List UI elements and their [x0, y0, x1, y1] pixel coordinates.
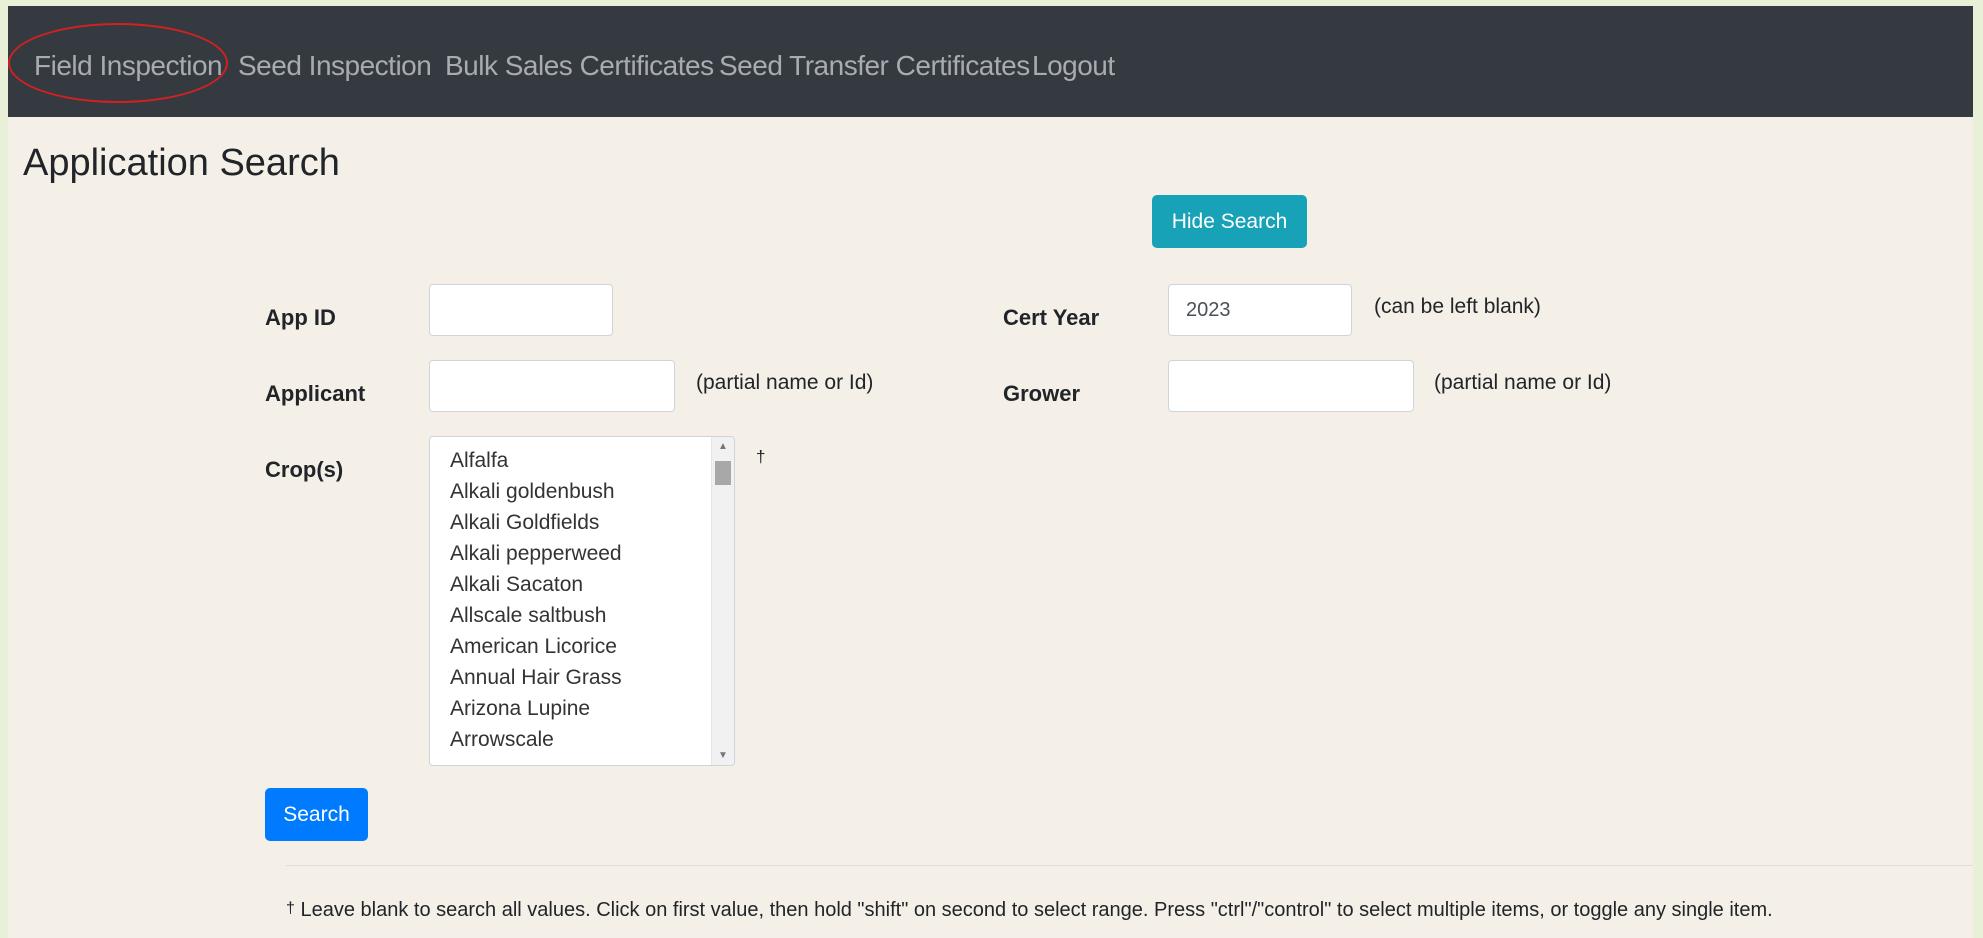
nav-seed-inspection[interactable]: Seed Inspection — [238, 50, 432, 82]
grower-hint: (partial name or Id) — [1434, 371, 1612, 394]
cert-year-label: Cert Year — [1003, 305, 1100, 330]
applicant-hint: (partial name or Id) — [696, 371, 874, 394]
nav-bulk-sales-certificates[interactable]: Bulk Sales Certificates — [445, 50, 714, 82]
page-title: Application Search — [23, 142, 340, 184]
scroll-up-icon[interactable]: ▲ — [712, 441, 734, 452]
applicant-label: Applicant — [265, 381, 366, 406]
crop-option[interactable]: Annual Hair Grass — [450, 662, 734, 693]
app-id-label: App ID — [265, 305, 336, 330]
crops-scrollbar[interactable]: ▲ ▼ — [711, 437, 734, 765]
crop-option[interactable]: Alkali pepperweed — [450, 538, 734, 569]
crop-option[interactable]: Alkali goldenbush — [450, 476, 734, 507]
crops-listbox[interactable]: Alfalfa Alkali goldenbush Alkali Goldfie… — [429, 436, 735, 766]
app-id-input[interactable] — [429, 284, 613, 336]
scroll-thumb[interactable] — [715, 461, 731, 485]
crop-option[interactable]: Alkali Goldfields — [450, 507, 734, 538]
cert-year-hint: (can be left blank) — [1374, 295, 1541, 318]
crop-option[interactable]: Arizona Lupine — [450, 693, 734, 724]
page: Field Inspection Seed Inspection Bulk Sa… — [8, 6, 1973, 938]
crop-option[interactable]: Arrowscale — [450, 724, 734, 755]
crops-options: Alfalfa Alkali goldenbush Alkali Goldfie… — [430, 437, 734, 755]
crop-option[interactable]: Alkali Sacaton — [450, 569, 734, 600]
footnote-text: Leave blank to search all values. Click … — [294, 899, 1773, 921]
nav-field-inspection[interactable]: Field Inspection — [34, 50, 223, 82]
footnote: † Leave blank to search all values. Clic… — [286, 899, 1773, 922]
crop-option[interactable]: Alfalfa — [450, 445, 734, 476]
grower-label: Grower — [1003, 381, 1081, 406]
cert-year-input[interactable]: 2023 — [1168, 284, 1352, 336]
crop-option[interactable]: American Licorice — [450, 631, 734, 662]
grower-input[interactable] — [1168, 360, 1414, 412]
nav-seed-transfer-certificates[interactable]: Seed Transfer Certificates — [719, 50, 1030, 82]
crops-label: Crop(s) — [265, 457, 344, 482]
crops-dagger-marker: † — [756, 447, 766, 466]
scroll-down-icon[interactable]: ▼ — [712, 750, 734, 761]
hide-search-button[interactable]: Hide Search — [1152, 195, 1307, 248]
divider — [286, 865, 1973, 866]
applicant-input[interactable] — [429, 360, 675, 412]
navbar: Field Inspection Seed Inspection Bulk Sa… — [8, 6, 1973, 117]
search-button[interactable]: Search — [265, 788, 368, 841]
nav-logout[interactable]: Logout — [1032, 50, 1115, 82]
footnote-marker: † — [286, 900, 295, 917]
crop-option[interactable]: Allscale saltbush — [450, 600, 734, 631]
